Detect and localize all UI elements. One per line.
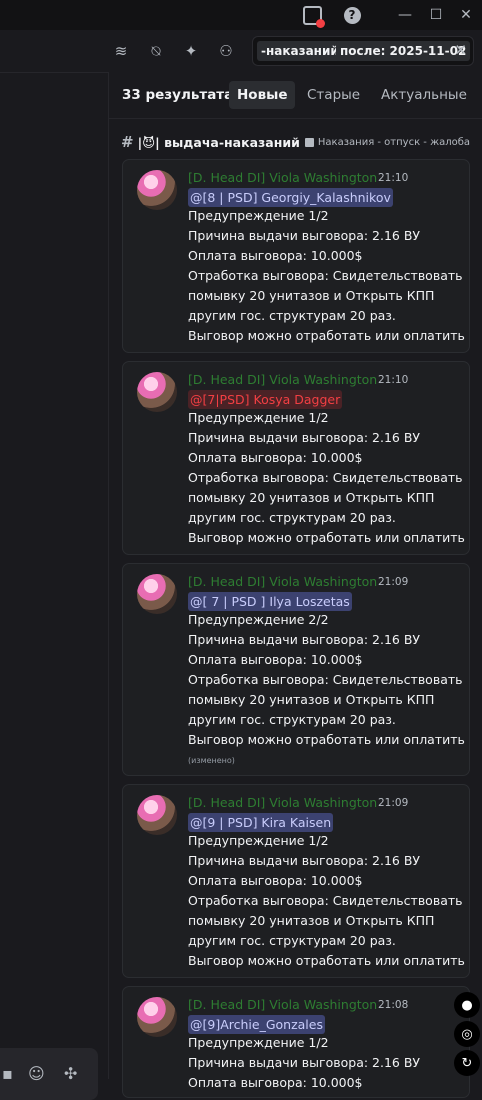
title-bar: ? — ☐ ✕ (0, 0, 482, 30)
inbox-icon[interactable] (300, 0, 325, 30)
emoji-icon[interactable]: ☺ (28, 1064, 45, 1083)
sticker-icon[interactable]: ▪ (2, 1064, 13, 1083)
message-line: Отработка выговора: Свидетельствовать (188, 470, 463, 485)
search-box[interactable]: -наказаний после: 2025-11-02 ✕ (252, 36, 474, 66)
avatar[interactable] (137, 372, 177, 412)
maximize-button[interactable]: ☐ (426, 0, 446, 30)
minimize-button[interactable]: — (395, 0, 415, 30)
message-line: помывку 20 унитазов и Открыть КПП (188, 490, 435, 505)
message-line: Отработка выговора: Свидетельствовать (188, 672, 463, 687)
message-card[interactable]: [D. Head DI] Viola Washington 21:09 @[ 7… (122, 563, 470, 776)
message-line: Оплата выговора: 10.000$ (188, 450, 363, 465)
message-author[interactable]: [D. Head DI] Viola Washington (188, 997, 377, 1012)
message-line: Оплата выговора: 10.000$ (188, 652, 363, 667)
message-line: Выговор можно отработать или оплатить (188, 953, 465, 968)
message-time: 21:10 (378, 374, 409, 386)
target-icon[interactable]: ◎ (454, 1021, 480, 1047)
channel-name: |😈| выдача-наказаний (137, 134, 300, 150)
message-line: Причина выдачи выговора: 2.16 ВУ (188, 632, 421, 647)
message-line: Отработка выговора: Свидетельствовать (188, 893, 463, 908)
user-mention[interactable]: @[7|PSD] Kosya Dagger (188, 390, 343, 409)
avatar[interactable] (137, 574, 177, 614)
clear-search-icon[interactable]: ✕ (454, 41, 467, 59)
tab-relevant[interactable]: Актуальные (373, 81, 475, 109)
message-line: Предупреждение 1/2 (188, 833, 329, 848)
forum-icon (304, 137, 314, 147)
help-icon[interactable]: ? (341, 0, 363, 30)
user-mention[interactable]: @[9 | PSD] Kira Kaisen (188, 813, 334, 832)
message-time: 21:09 (378, 576, 409, 588)
message-line: помывку 20 унитазов и Открыть КПП (188, 692, 435, 707)
user-mention[interactable]: @[8 | PSD] Georgiy_Kalashnikov (188, 188, 393, 207)
message-line: Причина выдачи выговора: 2.16 ВУ (188, 430, 421, 445)
search-chip-channel[interactable]: -наказаний (257, 41, 343, 61)
edited-label: (изменено) (188, 756, 235, 765)
avatar[interactable] (137, 997, 177, 1037)
message-line: другим гос. структурам 20 раз. (188, 712, 396, 727)
message-line: Оплата выговора: 10.000$ (188, 248, 363, 263)
message-line: Предупреждение 1/2 (188, 410, 329, 425)
panel-divider (109, 118, 482, 119)
message-line: другим гос. структурам 20 раз. (188, 933, 396, 948)
tab-newest[interactable]: Новые (229, 81, 296, 109)
channel-header: ≋ ⍉ ✦ ⚇ -наказаний после: 2025-11-02 ✕ (108, 30, 482, 73)
apps-icon[interactable]: ✣ (64, 1064, 77, 1083)
message-author[interactable]: [D. Head DI] Viola Washington (188, 795, 377, 810)
search-results-panel: 33 результата Новые Старые Актуальные # … (108, 72, 482, 1098)
message-line: Оплата выговора: 10.000$ (188, 873, 363, 888)
message-time: 21:10 (378, 172, 409, 184)
message-card[interactable]: [D. Head DI] Viola Washington 21:10 @[7|… (122, 361, 470, 555)
message-line: Оплата выговора: 10.000$ (188, 1075, 363, 1090)
refresh-icon[interactable]: ↻ (454, 1050, 480, 1076)
message-line: Предупреждение 1/2 (188, 208, 329, 223)
message-card[interactable]: [D. Head DI] Viola Washington 21:09 @[9 … (122, 784, 470, 978)
threads-icon[interactable]: ≋ (110, 40, 132, 62)
message-line: Причина выдачи выговора: 2.16 ВУ (188, 228, 421, 243)
mute-icon[interactable]: ⍉ (145, 40, 167, 62)
message-line: Выговор можно отработать или оплатить (188, 530, 465, 545)
members-icon[interactable]: ⚇ (215, 40, 237, 62)
message-line: Причина выдачи выговора: 2.16 ВУ (188, 853, 421, 868)
chat-divider (0, 72, 108, 73)
pin-icon[interactable]: ✦ (180, 40, 202, 62)
user-mention[interactable]: @[ 7 | PSD ] Ilya Loszetas (188, 592, 352, 611)
message-author[interactable]: [D. Head DI] Viola Washington (188, 372, 377, 387)
message-line: Предупреждение 2/2 (188, 612, 329, 627)
channel-label[interactable]: # |😈| выдача-наказаний Наказания - отпус… (121, 130, 470, 154)
message-line: другим гос. структурам 20 раз. (188, 510, 396, 525)
tab-oldest[interactable]: Старые (299, 81, 368, 109)
message-time: 21:08 (378, 999, 409, 1011)
message-time: 21:09 (378, 797, 409, 809)
user-mention[interactable]: @[9]Archie_Gonzales (188, 1015, 325, 1034)
message-author[interactable]: [D. Head DI] Viola Washington (188, 170, 377, 185)
forum-name: Наказания - отпуск - жалоба (317, 136, 471, 148)
message-line: Причина выдачи выговора: 2.16 ВУ (188, 1055, 421, 1070)
search-chip-after[interactable]: после: 2025-11-02 (336, 41, 471, 61)
message-line: помывку 20 унитазов и Открыть КПП (188, 913, 435, 928)
message-line: Выговор можно отработать или оплатить (188, 328, 465, 343)
avatar[interactable] (137, 170, 177, 210)
close-window-button[interactable]: ✕ (456, 0, 476, 30)
message-line: Выговор можно отработать или оплатить (188, 732, 465, 747)
avatar[interactable] (137, 795, 177, 835)
message-composer[interactable]: ▪ ☺ ✣ (0, 1048, 98, 1100)
channel-hash-icon: # (121, 133, 134, 151)
message-line: Предупреждение 1/2 (188, 1035, 329, 1050)
message-card[interactable]: [D. Head DI] Viola Washington 21:10 @[8 … (122, 159, 470, 353)
message-line: Отработка выговора: Свидетельствовать (188, 268, 463, 283)
message-card[interactable]: [D. Head DI] Viola Washington 21:08 @[9]… (122, 986, 470, 1098)
message-author[interactable]: [D. Head DI] Viola Washington (188, 574, 377, 589)
message-line: другим гос. структурам 20 раз. (188, 308, 396, 323)
results-count: 33 результата (122, 87, 234, 103)
microphone-icon[interactable]: ● (454, 992, 480, 1018)
chat-area: ▪ ☺ ✣ (0, 30, 108, 1100)
message-line: помывку 20 унитазов и Открыть КПП (188, 288, 435, 303)
